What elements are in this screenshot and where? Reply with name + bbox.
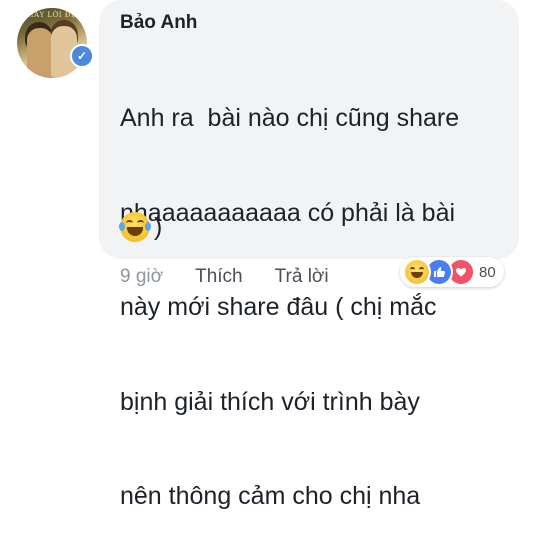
reactions-summary[interactable]: 80 (400, 257, 504, 287)
avatar[interactable]: THẤY LỜI ĐẸP (17, 8, 87, 78)
comment-line: nhaaaaaaaaaaa có phải là bài (120, 198, 456, 227)
avatar-figure-left (27, 28, 53, 78)
comment-author[interactable]: Bảo Anh (120, 12, 197, 34)
like-link[interactable]: Thích (195, 266, 243, 288)
comment-emoji-tail: ) (154, 212, 163, 241)
haha-icon (403, 258, 431, 286)
face-with-tears-of-joy-icon (119, 212, 151, 242)
reaction-count: 80 (479, 263, 496, 281)
reply-link[interactable]: Trả lời (275, 266, 329, 288)
verified-check-icon: ✓ (70, 44, 94, 68)
comment-timestamp[interactable]: 9 giờ (120, 266, 163, 288)
comment-emoji-line: ) (119, 212, 163, 242)
avatar-logo-text: THẤY LỜI ĐẸP (22, 11, 82, 19)
comment-line: bịnh giải thích với trình bày (120, 387, 420, 416)
comment-text: Anh ra bài nào chị cũng share nhaaaaaaaa… (120, 40, 510, 544)
comment-line: Anh ra bài nào chị cũng share (120, 104, 460, 132)
comment-actions: 9 giờ Thích Trả lời (120, 266, 329, 288)
comment-line: nên thông cảm cho chị nha (120, 482, 421, 510)
